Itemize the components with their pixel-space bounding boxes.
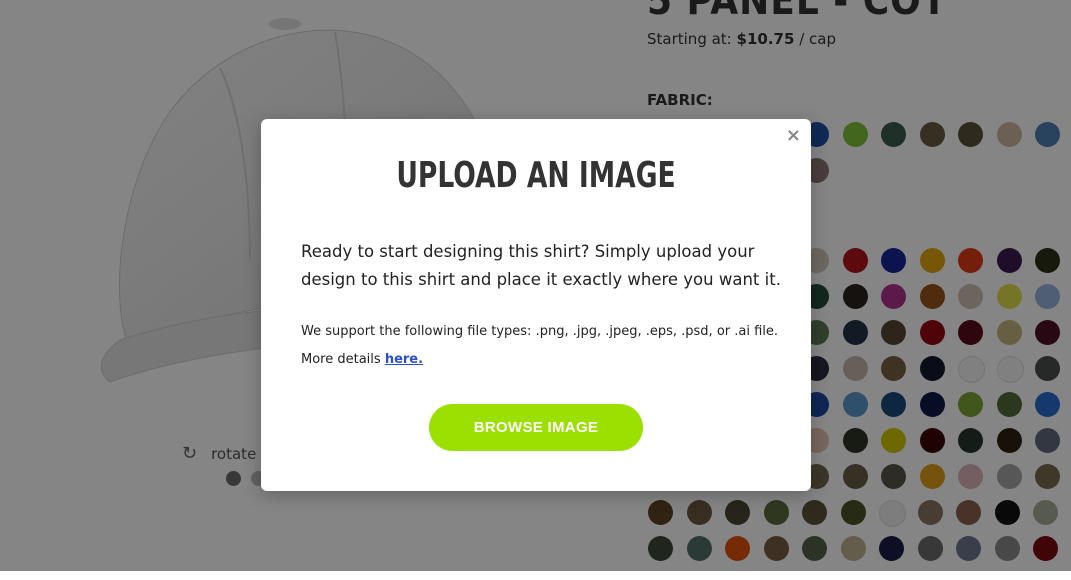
modal-lead-text: Ready to start designing this shirt? Sim…: [301, 242, 781, 289]
modal-support-text: We support the following file types: .pn…: [301, 318, 781, 374]
more-details-prefix: More details: [301, 352, 381, 367]
upload-image-modal: × UPLOAD AN IMAGE Ready to start designi…: [261, 119, 811, 491]
browse-image-button[interactable]: BROWSE IMAGE: [429, 404, 643, 451]
page: ↻ rotate view 5 PANEL - COT Starting at:…: [0, 0, 1071, 571]
more-details-line: More details here.: [301, 346, 781, 374]
file-types-text: We support the following file types: .pn…: [301, 324, 779, 339]
modal-title: UPLOAD AN IMAGE: [396, 155, 676, 196]
more-details-link[interactable]: here.: [385, 352, 423, 367]
close-icon[interactable]: ×: [786, 125, 801, 146]
